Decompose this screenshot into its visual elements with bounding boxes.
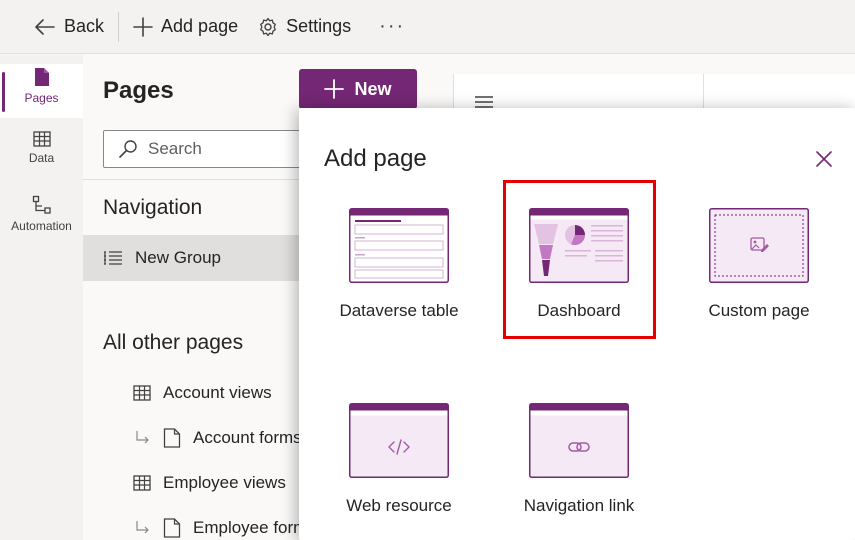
back-arrow-icon	[35, 18, 55, 35]
close-button[interactable]	[813, 148, 835, 170]
child-arrow-icon	[135, 520, 151, 536]
back-button[interactable]: Back	[34, 0, 118, 54]
web-resource-thumbnail	[349, 403, 449, 478]
left-rail: Pages Data Automation	[0, 55, 83, 540]
page-item-label: Employee forms	[193, 518, 316, 537]
new-page-button[interactable]: New	[299, 69, 417, 109]
navigation-link-thumbnail	[529, 403, 629, 478]
tile-label: Dashboard	[537, 301, 621, 320]
form-icon	[163, 518, 181, 538]
page-item-label: Account views	[163, 383, 272, 402]
tile-label: Navigation link	[523, 496, 635, 515]
more-options-button[interactable]: ···	[373, 0, 411, 54]
dialog-title: Add page	[324, 145, 427, 172]
settings-button[interactable]: Settings	[258, 0, 351, 54]
search-icon	[119, 140, 137, 158]
tile-label: Dataverse table	[339, 301, 459, 320]
other-pages-heading: All other pages	[103, 331, 244, 354]
plus-icon	[324, 79, 345, 99]
flow-icon	[32, 195, 51, 214]
page-item-label: Employee views	[163, 473, 286, 492]
gear-icon	[260, 17, 277, 36]
tile-dashboard[interactable]: Dashboard	[499, 208, 659, 358]
add-page-label: Add page	[161, 16, 239, 36]
form-icon	[163, 428, 181, 448]
panel-title: Pages	[103, 77, 174, 104]
list-icon	[104, 251, 122, 265]
command-bar: Back Add page Settings ···	[0, 0, 855, 54]
dashboard-thumbnail	[529, 208, 629, 283]
table-icon	[133, 475, 151, 491]
table-icon	[32, 131, 51, 147]
table-icon	[133, 385, 151, 401]
rail-automation-label: Automation	[11, 219, 72, 233]
rail-data-label: Data	[28, 151, 55, 165]
custom-page-thumbnail	[709, 208, 809, 283]
page-item-label: Account forms	[193, 428, 302, 447]
new-label: New	[354, 78, 392, 99]
group-label: New Group	[135, 248, 221, 267]
tile-custom-page[interactable]: Custom page	[679, 208, 839, 358]
plus-icon	[133, 16, 153, 37]
rail-pages-label: Pages	[24, 91, 59, 105]
page-icon	[34, 68, 49, 86]
rail-item-automation[interactable]: Automation	[0, 195, 83, 233]
tile-label: Web resource	[346, 496, 452, 515]
rail-item-pages[interactable]: Pages	[0, 64, 83, 118]
search-input[interactable]	[148, 139, 308, 159]
tile-dataverse-table[interactable]: Dataverse table	[319, 208, 479, 358]
add-page-dialog: Add page Dataverse table Dashboard Custo…	[299, 108, 855, 540]
dataverse-table-thumbnail	[349, 208, 449, 283]
active-indicator	[2, 72, 5, 112]
navigation-heading: Navigation	[103, 196, 203, 219]
back-label: Back	[64, 16, 105, 36]
tile-label: Custom page	[708, 301, 810, 320]
tile-navigation-link[interactable]: Navigation link	[499, 403, 659, 540]
tile-web-resource[interactable]: Web resource	[319, 403, 479, 540]
rail-item-data[interactable]: Data	[0, 131, 83, 165]
close-icon	[816, 151, 832, 167]
toolbar-divider	[118, 11, 120, 42]
add-page-button[interactable]: Add page	[133, 0, 238, 54]
child-arrow-icon	[135, 430, 151, 446]
settings-label: Settings	[286, 16, 352, 36]
